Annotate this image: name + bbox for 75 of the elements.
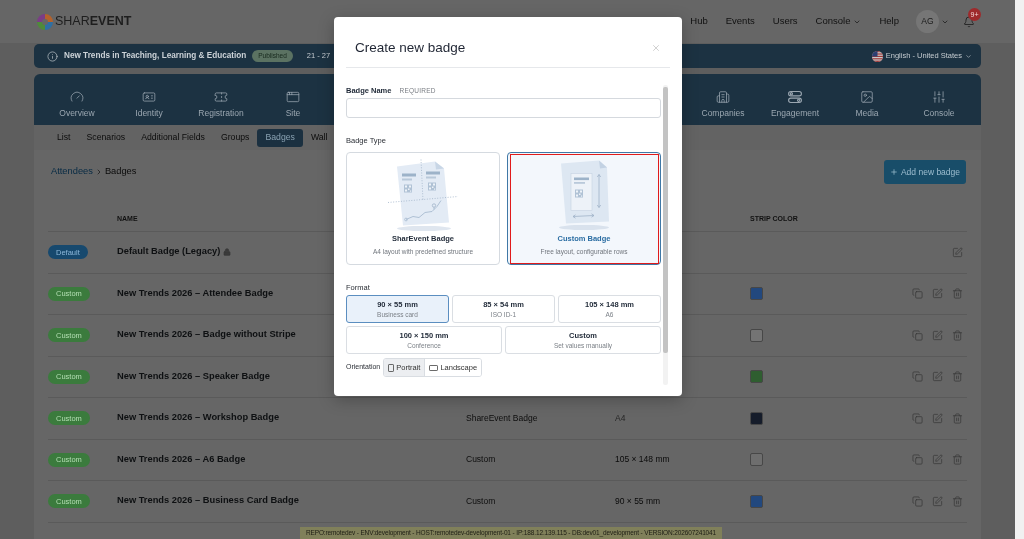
copy-icon[interactable]	[912, 329, 923, 341]
dialog-title: Create new badge	[355, 38, 466, 57]
module-nav-item[interactable]: Identity	[113, 90, 185, 118]
sliders-icon	[932, 90, 946, 104]
event-title: New Trends in Teaching, Learning & Education	[64, 49, 247, 62]
subtab[interactable]: List	[49, 128, 79, 147]
nav-link[interactable]: Help	[879, 14, 899, 29]
building-icon	[716, 90, 730, 104]
delete-icon[interactable]	[952, 329, 963, 341]
copy-icon[interactable]	[912, 288, 923, 300]
id-card-icon	[142, 90, 156, 104]
brand-logo-text: SHAREVENT	[55, 13, 132, 31]
module-nav-item[interactable]: Registration	[185, 90, 257, 118]
delete-icon[interactable]	[952, 454, 963, 466]
badge-type: Custom	[466, 453, 496, 467]
nav-link[interactable]: Console	[815, 14, 862, 29]
edit-icon[interactable]	[932, 495, 943, 507]
nav-link[interactable]: Users	[772, 14, 798, 29]
logo-icon	[36, 12, 54, 31]
edit-icon[interactable]	[932, 412, 943, 424]
subtab[interactable]: Scenarios	[78, 128, 134, 147]
add-badge-button[interactable]: Add new badge	[884, 160, 966, 184]
flag-icon	[871, 50, 883, 62]
module-nav-item[interactable]: Console	[903, 90, 975, 118]
nav-link[interactable]: Events	[725, 14, 755, 29]
badge-name: Default Badge (Legacy)	[117, 245, 221, 259]
badge-type: Custom	[466, 494, 496, 508]
delete-icon[interactable]	[952, 371, 963, 383]
edit-icon[interactable]	[932, 454, 943, 466]
edit-icon[interactable]	[952, 246, 963, 258]
ticket-icon	[214, 90, 228, 104]
plus-icon	[889, 168, 898, 176]
user-avatar[interactable]: AG	[916, 10, 939, 33]
badge-format: 90 × 55 mm	[615, 494, 661, 508]
delete-icon[interactable]	[952, 495, 963, 507]
module-nav-item[interactable]: Companies	[687, 90, 759, 118]
delete-icon[interactable]	[952, 288, 963, 300]
chevron-down-icon	[965, 52, 972, 60]
subtab[interactable]: Additional Fields	[133, 128, 213, 147]
edit-icon[interactable]	[932, 329, 943, 341]
badge-type: ShareEvent Badge	[466, 411, 538, 425]
toggles-icon	[788, 90, 802, 104]
gauge-icon	[70, 90, 84, 104]
badge-name: New Trends 2026 – Workshop Badge	[117, 411, 280, 425]
badge-name: New Trends 2026 – Speaker Badge	[117, 369, 270, 383]
badge-format: 105 × 148 mm	[615, 453, 670, 467]
delete-icon[interactable]	[952, 412, 963, 424]
module-nav-item[interactable]: Overview	[41, 90, 113, 118]
nav-link[interactable]: Hub	[690, 14, 708, 29]
module-nav-item[interactable]: Site	[257, 90, 329, 118]
custom-badge-drawing	[558, 160, 610, 230]
portrait-icon	[388, 363, 395, 372]
badge-name: New Trends 2026 – Badge without Stripe	[117, 328, 296, 342]
copy-icon[interactable]	[912, 495, 923, 507]
landscape-icon	[429, 364, 439, 371]
subtab[interactable]: Wall	[302, 128, 336, 147]
badge-name: New Trends 2026 – Attendee Badge	[117, 286, 274, 300]
copy-icon[interactable]	[912, 371, 923, 383]
copy-icon[interactable]	[912, 412, 923, 424]
breadcrumb-current: Badges	[104, 165, 137, 179]
module-nav-item[interactable]: Media	[831, 90, 903, 118]
badge-name: New Trends 2026 – Business Card Badge	[117, 494, 299, 508]
edit-icon[interactable]	[932, 371, 943, 383]
badge-name-input[interactable]	[346, 98, 661, 118]
copy-icon[interactable]	[912, 454, 923, 466]
badge-name: New Trends 2026 – A6 Badge	[117, 452, 246, 466]
notifications-bell-icon[interactable]	[963, 15, 975, 28]
subtab[interactable]: Badges	[257, 128, 303, 147]
edit-icon[interactable]	[932, 288, 943, 300]
close-icon[interactable]	[651, 43, 661, 53]
window-icon	[286, 90, 300, 104]
image-icon	[860, 90, 874, 104]
info-icon	[47, 50, 58, 62]
module-nav-item[interactable]: Engagement	[759, 90, 831, 118]
subtab[interactable]: Groups	[212, 128, 258, 147]
